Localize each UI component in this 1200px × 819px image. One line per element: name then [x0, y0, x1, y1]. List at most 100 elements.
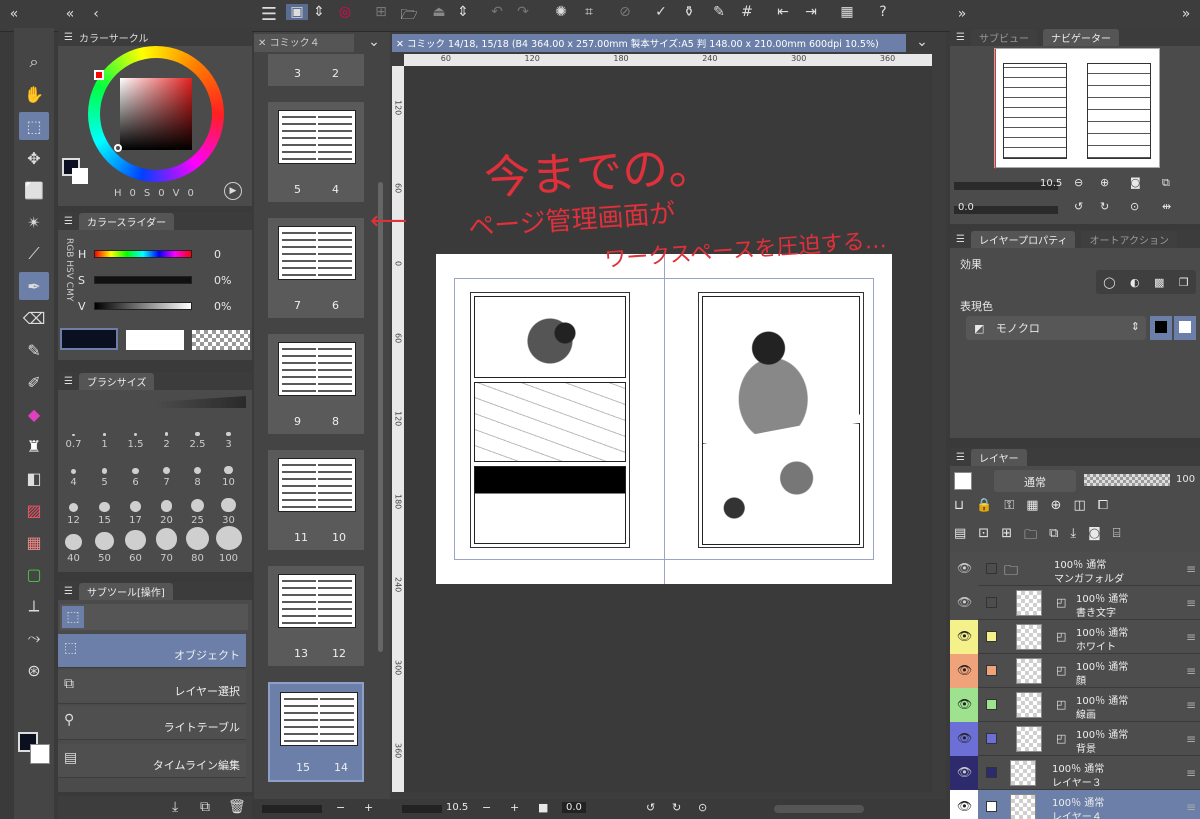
page-spread-thumb[interactable]: 13 12	[268, 566, 364, 666]
layer-menu-icon[interactable]: ≡	[1186, 562, 1196, 576]
layer-menu-icon[interactable]: ≡	[1186, 766, 1196, 780]
magic-wand-icon[interactable]: ✴	[19, 208, 49, 236]
eraser-icon[interactable]: ⌫	[19, 304, 49, 332]
marker-icon[interactable]: ✐	[19, 368, 49, 396]
page-scrollbar[interactable]	[378, 182, 383, 652]
hide-selection-icon[interactable]: ⊘	[614, 4, 636, 20]
eye-icon[interactable]: 👁	[957, 731, 972, 745]
layer-row[interactable]: ◰ 👁 100％ 通常 ホワイト ≡	[950, 620, 1200, 654]
mask-add-icon[interactable]: ◙	[1088, 526, 1101, 546]
brush-size-option[interactable]: 15	[89, 488, 120, 526]
zoom-slider[interactable]	[402, 805, 442, 813]
brush-size-option[interactable]: 60	[120, 526, 151, 564]
save-icon[interactable]: ⊞	[370, 4, 392, 20]
panel-menu-icon[interactable]: ☰	[64, 32, 73, 43]
brush-size-option[interactable]: 100	[213, 526, 244, 564]
help-icon[interactable]: ?	[872, 4, 894, 20]
eye-icon[interactable]: 👁	[957, 595, 972, 609]
panel-menu-icon[interactable]: ☰	[64, 216, 73, 227]
brush-size-option[interactable]: 50	[89, 526, 120, 564]
rotate-left-icon[interactable]: ↺	[646, 801, 655, 814]
layer-checkbox[interactable]	[986, 597, 997, 608]
import-icon[interactable]: ⇤	[772, 4, 794, 20]
hue-ring[interactable]	[88, 46, 224, 182]
color-white-toggle[interactable]	[1174, 316, 1196, 340]
operation-icon[interactable]: ⬚	[19, 112, 49, 140]
brush-size-option[interactable]: 0.7	[58, 412, 89, 450]
sv-square[interactable]	[120, 78, 192, 150]
pen-icon[interactable]: ✎	[708, 4, 730, 20]
new-tone-icon[interactable]: ⊞	[1001, 526, 1012, 546]
zoom-value[interactable]: 10.5	[446, 802, 468, 813]
zoom-plus[interactable]: +	[510, 801, 519, 814]
download-icon[interactable]: ⤓	[172, 799, 178, 815]
eye-icon[interactable]: 👁	[957, 561, 972, 575]
blend-select[interactable]: 通常	[994, 470, 1076, 492]
page-spread-thumb[interactable]: 54	[268, 102, 364, 202]
sv-handle[interactable]	[114, 144, 122, 152]
close-icon[interactable]: ✕	[258, 38, 266, 49]
layer-checkbox[interactable]	[986, 631, 997, 642]
opacity-value[interactable]: 100	[1176, 474, 1195, 485]
layer-row[interactable]: ◰ 👁 100％ 通常 書き文字 ≡	[950, 586, 1200, 620]
layer-checkbox[interactable]	[986, 699, 997, 710]
brush-size-option[interactable]: 20	[151, 488, 182, 526]
gradient-icon[interactable]: ◧	[19, 464, 49, 492]
brush-size-option[interactable]: 7	[151, 450, 182, 488]
panel-menu-icon[interactable]: ☰	[956, 234, 965, 245]
mask-icon[interactable]: ⧠	[1098, 498, 1108, 518]
close-icon[interactable]: ✕	[396, 39, 404, 50]
mode-rgb[interactable]: RGB	[64, 238, 74, 257]
ruler-icon[interactable]: ⟂	[19, 592, 49, 620]
chevron-down-icon[interactable]: ⌄	[366, 34, 382, 50]
transform-icon[interactable]: ⌗	[578, 4, 600, 20]
new-file-icon[interactable]: ▣	[286, 4, 308, 20]
ref-icon[interactable]: 🔒	[976, 498, 992, 518]
fill-icon[interactable]: ◆	[19, 400, 49, 428]
effect-border-icon[interactable]: ◯	[1103, 276, 1115, 289]
lock-icon[interactable]: ⚿	[1004, 498, 1014, 518]
brush-size-option[interactable]: 1	[89, 412, 120, 450]
layer-menu-icon[interactable]: ≡	[1186, 732, 1196, 746]
subtool-layer-select[interactable]: ⧉ レイヤー選択	[58, 670, 246, 704]
copy-layer-icon[interactable]: ⧉	[1049, 526, 1058, 546]
page-zoom-plus[interactable]: +	[364, 801, 373, 814]
layer-menu-icon[interactable]: ≡	[1186, 596, 1196, 610]
page-spread-thumb[interactable]: 15 14	[268, 682, 364, 782]
nav-rotate-right-icon[interactable]: ↻	[1100, 200, 1109, 213]
layer-menu-icon[interactable]: ≡	[1186, 664, 1196, 678]
nav-zoom-in-icon[interactable]: ⊕	[1100, 176, 1109, 189]
draft-icon[interactable]: ⊕	[1051, 498, 1062, 518]
canvas-hscroll[interactable]	[774, 805, 864, 813]
brush-size-option[interactable]: 17	[120, 488, 151, 526]
check-icon[interactable]: ✓	[650, 4, 672, 20]
fit-icon[interactable]: ■	[538, 801, 548, 814]
brush-size-option[interactable]: 80	[182, 526, 213, 564]
effect-extract-icon[interactable]: ◐	[1130, 276, 1140, 289]
nav-zoom-row[interactable]: 10.5 ⊖ ⊕ ◙ ⧉	[954, 176, 1196, 194]
color-black-toggle[interactable]	[1150, 316, 1172, 340]
layer-row[interactable]: ◰ 👁 100％ 通常 背景 ≡	[950, 722, 1200, 756]
merge-icon[interactable]: ⤓	[1070, 526, 1076, 546]
hue-handle[interactable]	[94, 70, 104, 80]
decoration-icon[interactable]: ♜	[19, 432, 49, 460]
tab-auto-action[interactable]: オートアクション	[1081, 230, 1177, 248]
collapse-left2-icon[interactable]: «	[60, 6, 80, 22]
zoom-minus[interactable]: −	[482, 801, 491, 814]
eye-icon[interactable]: 👁	[957, 663, 972, 677]
loading-icon[interactable]: ✺	[550, 4, 572, 20]
slider-row-s[interactable]: S 0%	[78, 274, 248, 290]
alpha-lock-icon[interactable]: ▦	[1026, 498, 1038, 518]
eye-icon[interactable]: 👁	[957, 697, 972, 711]
layer-menu-icon[interactable]: ≡	[1186, 630, 1196, 644]
subtool-timeline[interactable]: ▤ タイムライン編集	[58, 744, 246, 778]
undo-icon[interactable]: ↶	[486, 4, 508, 20]
effect-tone-icon[interactable]: ▩	[1154, 276, 1164, 289]
layer-row[interactable]: 👁 100％ 通常 レイヤー３ ≡	[950, 756, 1200, 790]
page-spread-thumb[interactable]: 11 10	[268, 450, 364, 550]
tab-subview[interactable]: サブビュー	[970, 28, 1037, 46]
layer-menu-icon[interactable]: ≡	[1186, 698, 1196, 712]
correction-icon[interactable]: ⤳	[19, 624, 49, 652]
clip-icon[interactable]: ⊔	[954, 498, 964, 518]
tab-layer[interactable]: レイヤー	[970, 448, 1027, 466]
